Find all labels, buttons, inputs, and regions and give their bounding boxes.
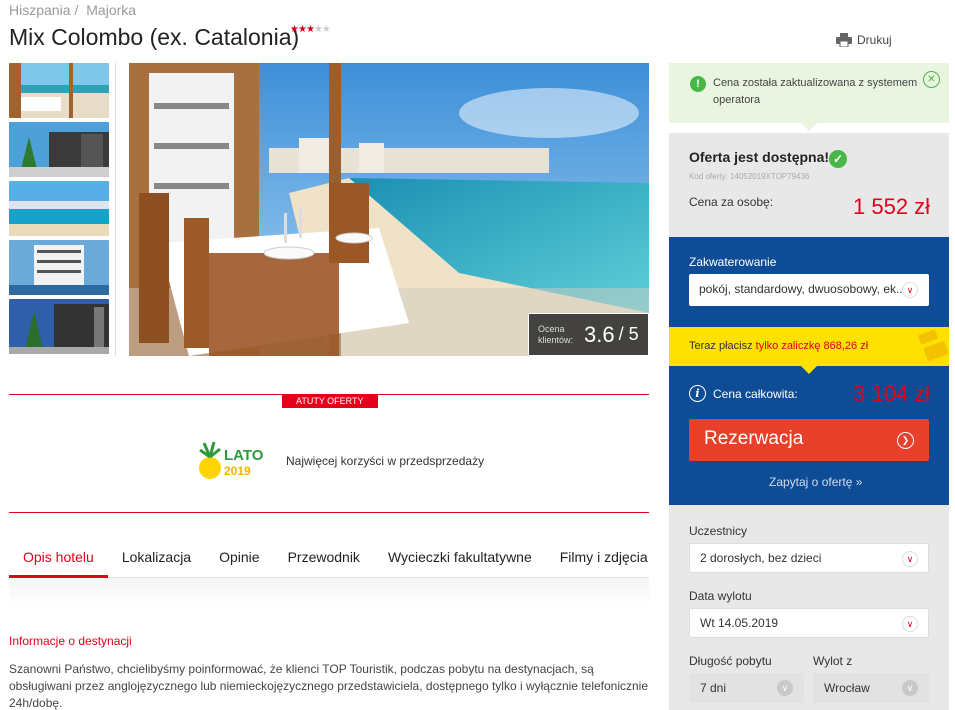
breadcrumb-separator: / [74,2,79,18]
breadcrumb-country[interactable]: Hiszpania [9,2,70,18]
breadcrumb-region[interactable]: Majorka [86,2,136,18]
tab-opinie[interactable]: Opinie [205,540,273,578]
lato-logo-text: LATO [224,447,264,464]
atuty-text: Najwięcej korzyści w przedsprzedaży [286,454,485,468]
chevron-down-icon[interactable]: ∨ [902,282,918,298]
departure-airport-value: Wrocław [824,681,870,695]
chevron-down-icon[interactable]: ∨ [902,680,918,696]
destination-info-text: Szanowni Państwo, chcielibyśmy poinformo… [9,662,649,710]
rating-max: / 5 [618,324,639,344]
reserve-button-label: Rezerwacja [704,428,804,449]
photo-thumbnails [9,63,109,358]
participants-label: Uczestnicy [689,524,748,538]
tab-shadow [9,578,649,606]
print-button[interactable]: Drukuj [836,33,892,47]
breadcrumb: Hiszpania / Majorka [9,2,140,18]
stay-length-value: 7 dni [700,681,727,695]
rating-label: Ocena klientów: [538,323,574,345]
deposit-amount: tylko zaliczkę 868,26 zł [755,340,869,352]
rating-value: 3.6 [584,321,615,347]
accommodation-label: Zakwaterowanie [689,255,777,269]
notice-arrow [801,123,817,131]
deposit-text: Teraz płacisz tylko zaliczkę 868,26 zł [689,340,868,352]
tab-wycieczki[interactable]: Wycieczki fakultatywne [374,540,546,578]
printer-icon [836,33,852,47]
offer-code: Kod oferty: 14052019XTOP79436 [689,172,810,181]
lato-logo-year: 2019 [224,464,251,478]
star-rating: ★★★★★ [290,24,331,35]
tab-lokalizacja[interactable]: Lokalizacja [108,540,205,578]
deposit-decoration-icon [918,329,949,361]
exclamation-icon: ! [690,76,706,92]
thumbnail-beach[interactable] [9,181,109,236]
check-icon: ✓ [829,150,847,168]
thumbnail-restaurant[interactable] [9,63,109,118]
print-label: Drukuj [857,33,892,47]
info-icon[interactable]: i [689,385,706,402]
total-price: 3 104 zł [853,381,931,406]
per-person-price: 1 552 zł [853,194,931,219]
thumbnail-hotel-entrance[interactable] [9,122,109,177]
total-price-label: Cena całkowita: [713,387,798,401]
arrow-right-icon: ❯ [897,432,914,449]
atuty-badge: ATUTY OFERTY [282,394,378,408]
star-icon: ★ [290,24,299,35]
star-icon: ★ [305,24,315,35]
chevron-down-icon[interactable]: ∨ [902,551,918,567]
destination-info-heading: Informacje o destynacji [9,634,132,648]
departure-date-label: Data wylotu [689,589,752,603]
accommodation-value: pokój, standardowy, dwuosobowy, ek... [699,282,906,296]
accommodation-select[interactable]: pokój, standardowy, dwuosobowy, ek... [689,274,929,306]
star-empty-icon: ★ [321,24,331,35]
star-icon: ★ [297,24,307,35]
per-person-label: Cena za osobę: [689,195,774,209]
ask-about-offer-link[interactable]: Zapytaj o ofertę » [769,475,862,489]
hotel-tabs: Opis hotelu Lokalizacja Opinie Przewodni… [9,540,649,578]
lato-2019-logo: LATO 2019 [192,440,272,482]
deposit-prefix: Teraz płacisz [689,340,753,352]
departure-date-select[interactable]: Wt 14.05.2019 [689,608,929,638]
participants-select[interactable]: 2 dorosłych, bez dzieci [689,543,929,573]
departure-airport-label: Wylot z [813,654,853,668]
notice-text: Cena została zaktualizowana z systemem o… [713,77,918,106]
stay-length-label: Długość pobytu [689,654,772,668]
thumbnail-hotel-building[interactable] [9,240,109,295]
customer-rating-box: Ocena klientów: 3.6 / 5 [528,313,649,356]
deposit-arrow [801,366,817,374]
atuty-divider-bottom [9,512,649,513]
tab-filmy-zdjecia[interactable]: Filmy i zdjęcia [546,540,662,578]
participants-value: 2 dorosłych, bez dzieci [700,551,822,565]
departure-date-value: Wt 14.05.2019 [700,616,779,630]
thumbnail-hotel-night[interactable] [9,299,109,354]
reserve-button[interactable]: Rezerwacja [689,419,929,461]
chevron-down-icon[interactable]: ∨ [902,616,918,632]
star-empty-icon: ★ [313,24,323,35]
hotel-title: Mix Colombo (ex. Catalonia) [9,24,300,50]
close-icon[interactable]: ✕ [923,71,940,88]
chevron-down-icon[interactable]: ∨ [777,680,793,696]
offer-status: Oferta jest dostępna! [689,149,830,165]
tab-przewodnik[interactable]: Przewodnik [274,540,374,578]
thumbnail-divider [115,63,116,356]
tab-opis-hotelu[interactable]: Opis hotelu [9,540,108,578]
